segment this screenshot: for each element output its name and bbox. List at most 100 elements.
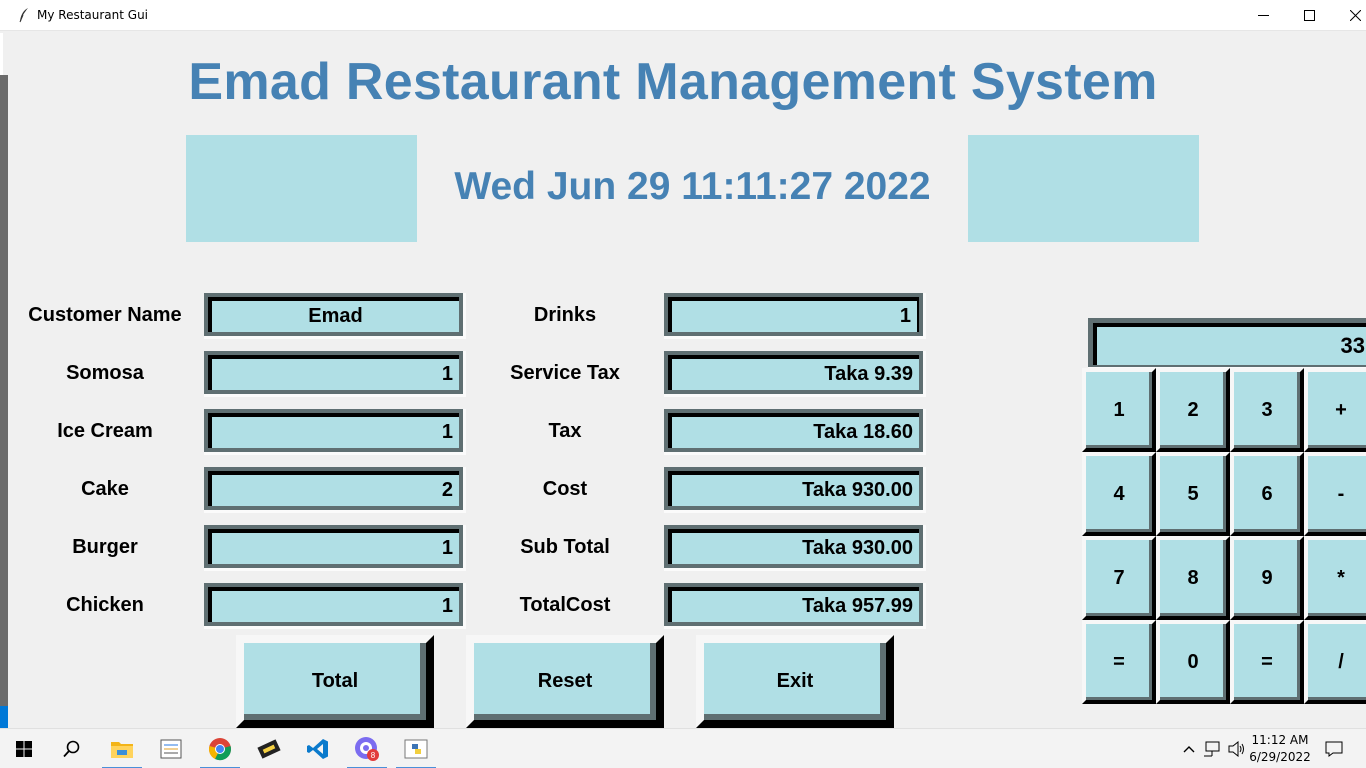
drinks-value[interactable]: 1 [668, 297, 919, 332]
calc-key-6[interactable]: 6 [1230, 452, 1304, 536]
calc-key-label: / [1338, 650, 1344, 673]
taskbar-discord[interactable]: 8 [343, 729, 391, 768]
calc-key-label: 7 [1113, 566, 1125, 589]
somosa-field[interactable]: 1 [204, 351, 466, 397]
calc-key-1[interactable]: 1 [1082, 368, 1156, 452]
calc-key-0[interactable]: 0 [1156, 620, 1230, 704]
calc-key-multiply[interactable]: * [1304, 536, 1366, 620]
clock-time: 11:12 AM [1251, 733, 1309, 747]
minimize-icon [1257, 15, 1269, 16]
customer-name-value[interactable]: Emad [208, 297, 459, 332]
calc-key-label: = [1113, 650, 1125, 673]
svg-text:8: 8 [371, 751, 376, 760]
burger-value[interactable]: 1 [208, 529, 459, 564]
calculator-display-value: 33 [1093, 323, 1366, 365]
calc-key-equals[interactable]: = [1230, 620, 1304, 704]
calculator-display[interactable]: 33 [1088, 318, 1366, 370]
tax-value[interactable]: Taka 18.60 [668, 413, 919, 448]
close-icon [1349, 10, 1361, 21]
calc-key-plus[interactable]: + [1304, 368, 1366, 452]
exit-button[interactable]: Exit [696, 635, 894, 728]
taskbar-app[interactable] [245, 729, 293, 768]
taskbar: 8 11:12 AM 6/29/2022 [0, 728, 1366, 768]
window-edge [0, 706, 8, 728]
taskbar-vscode[interactable] [294, 729, 342, 768]
calc-key-2[interactable]: 2 [1156, 368, 1230, 452]
taskbar-chrome[interactable] [196, 729, 244, 768]
total-button[interactable]: Total [236, 635, 434, 728]
cost-field[interactable]: Taka 930.00 [664, 467, 926, 513]
chicken-value[interactable]: 1 [208, 587, 459, 622]
datetime-label: Wed Jun 29 11:11:27 2022 [454, 165, 931, 208]
sub-total-value[interactable]: Taka 930.00 [668, 529, 919, 564]
search-button[interactable] [48, 729, 96, 768]
close-button[interactable] [1332, 0, 1366, 31]
maximize-button[interactable] [1286, 0, 1332, 31]
burger-label: Burger [72, 536, 138, 558]
discord-icon: 8 [355, 737, 379, 761]
network-icon [1204, 741, 1220, 757]
calc-key-5[interactable]: 5 [1156, 452, 1230, 536]
windows-start-icon [16, 741, 32, 757]
calc-key-label: 0 [1187, 650, 1199, 673]
calc-key-label: 2 [1187, 398, 1199, 421]
header-panel-left [186, 135, 417, 242]
total-cost-label: TotalCost [519, 594, 611, 616]
window-edge [0, 75, 8, 710]
calc-key-7[interactable]: 7 [1082, 536, 1156, 620]
cake-label: Cake [81, 478, 129, 500]
tray-network[interactable] [1201, 729, 1223, 768]
calc-key-label: - [1337, 482, 1345, 505]
calc-key-minus[interactable]: - [1304, 452, 1366, 536]
header-panel-right [968, 135, 1199, 242]
calc-key-3[interactable]: 3 [1230, 368, 1304, 452]
service-tax-value[interactable]: Taka 9.39 [668, 355, 919, 390]
calc-key-label: 5 [1187, 482, 1199, 505]
tray-overflow-button[interactable] [1180, 729, 1198, 768]
calc-key-equals[interactable]: = [1082, 620, 1156, 704]
cake-field[interactable]: 2 [204, 467, 466, 513]
calc-key-label: 6 [1261, 482, 1273, 505]
calc-key-label: 8 [1187, 566, 1199, 589]
chicken-label: Chicken [66, 594, 144, 616]
taskbar-app[interactable] [147, 729, 195, 768]
calc-key-label: 4 [1113, 482, 1125, 505]
total-cost-value[interactable]: Taka 957.99 [668, 587, 919, 622]
window-title: My Restaurant Gui [37, 8, 149, 22]
sub-total-field[interactable]: Taka 930.00 [664, 525, 926, 571]
cost-value[interactable]: Taka 930.00 [668, 471, 919, 506]
python-icon [404, 739, 428, 759]
reset-button[interactable]: Reset [466, 635, 664, 728]
cost-label: Cost [542, 478, 588, 500]
calc-key-label: * [1337, 566, 1345, 589]
calc-key-9[interactable]: 9 [1230, 536, 1304, 620]
minimize-button[interactable] [1240, 0, 1286, 31]
exit-button-label: Exit [776, 670, 814, 692]
drinks-label: Drinks [533, 304, 597, 326]
somosa-value[interactable]: 1 [208, 355, 459, 390]
cake-value[interactable]: 2 [208, 471, 459, 506]
calc-key-4[interactable]: 4 [1082, 452, 1156, 536]
maximize-icon [1303, 10, 1315, 21]
burger-field[interactable]: 1 [204, 525, 466, 571]
taskbar-file-explorer[interactable] [98, 729, 146, 768]
chicken-field[interactable]: 1 [204, 583, 466, 629]
taskbar-python[interactable] [392, 729, 440, 768]
notifications-button[interactable] [1318, 729, 1350, 768]
service-tax-field[interactable]: Taka 9.39 [664, 351, 926, 397]
ice-cream-label: Ice Cream [57, 420, 153, 442]
ice-cream-field[interactable]: 1 [204, 409, 466, 455]
start-button[interactable] [0, 729, 48, 768]
customer-name-field[interactable]: Emad [204, 293, 466, 339]
taskbar-clock[interactable]: 11:12 AM 6/29/2022 [1244, 732, 1316, 766]
calc-key-8[interactable]: 8 [1156, 536, 1230, 620]
somosa-label: Somosa [66, 362, 144, 384]
customer-name-label: Customer Name [28, 304, 182, 326]
calc-key-label: 3 [1261, 398, 1273, 421]
sub-total-label: Sub Total [520, 536, 610, 558]
total-cost-field[interactable]: Taka 957.99 [664, 583, 926, 629]
drinks-field[interactable]: 1 [664, 293, 926, 339]
calc-key-divide[interactable]: / [1304, 620, 1366, 704]
tax-field[interactable]: Taka 18.60 [664, 409, 926, 455]
ice-cream-value[interactable]: 1 [208, 413, 459, 448]
